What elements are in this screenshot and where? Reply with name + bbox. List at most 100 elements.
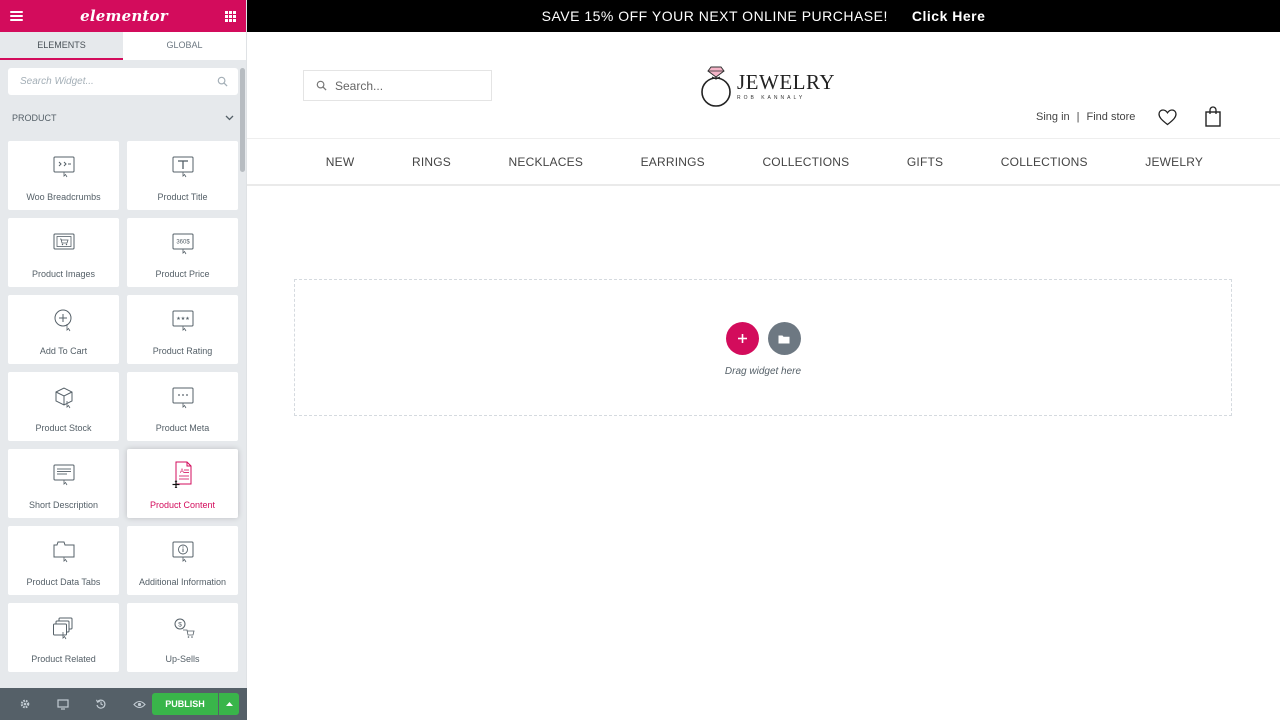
- site-header: JEWELRY ROB KANNALY Sing in | Find store: [247, 32, 1280, 139]
- info-icon: [172, 541, 193, 563]
- drop-zone-text: Drag widget here: [724, 366, 802, 377]
- promo-text: SAVE 15% OFF YOUR NEXT ONLINE PURCHASE!: [541, 8, 888, 24]
- panel-footer: PUBLISH: [0, 688, 247, 720]
- logo-wordmark: JEWELRY: [737, 69, 835, 94]
- history-icon: [95, 699, 106, 709]
- publish-options-button[interactable]: [219, 693, 239, 715]
- widget-label: Short Description: [28, 500, 99, 510]
- ring-icon: [701, 66, 731, 107]
- svg-text:$: $: [178, 622, 182, 629]
- nav-item-collections[interactable]: COLLECTIONS: [762, 155, 849, 169]
- widget-search: [8, 68, 238, 95]
- stock-icon: [55, 387, 72, 409]
- nav-item-jewelry[interactable]: JEWELRY: [1145, 155, 1203, 169]
- upsells-icon: $: [174, 618, 195, 638]
- data-tabs-icon: [53, 541, 74, 563]
- tab-elements[interactable]: ELEMENTS: [0, 32, 123, 60]
- widget-short-description[interactable]: Short Description: [8, 449, 119, 518]
- widget-label: Woo Breadcrumbs: [26, 192, 101, 202]
- folder-icon: [778, 335, 790, 343]
- widget-product-stock[interactable]: Product Stock: [8, 372, 119, 441]
- site-search-input[interactable]: [335, 78, 475, 93]
- title-icon: [172, 156, 193, 178]
- widget-product-price[interactable]: 360$ Product Price: [127, 218, 238, 287]
- nav-item-earrings[interactable]: EARRINGS: [641, 155, 705, 169]
- nav-item-necklaces[interactable]: NECKLACES: [509, 155, 584, 169]
- widget-search-input[interactable]: [20, 76, 217, 87]
- nav-item-rings[interactable]: RINGS: [412, 155, 451, 169]
- chevron-down-icon: [225, 115, 234, 121]
- widget-product-meta[interactable]: Product Meta: [127, 372, 238, 441]
- short-description-icon: [53, 464, 74, 486]
- price-icon-text: 360$: [176, 240, 190, 246]
- search-icon: [217, 76, 228, 87]
- logo-tagline: ROB KANNALY: [737, 94, 806, 101]
- price-icon: 360$: [172, 233, 193, 255]
- widget-label: Product Price: [155, 269, 210, 279]
- nav-item-collections-2[interactable]: COLLECTIONS: [1001, 155, 1088, 169]
- heart-icon[interactable]: [1158, 109, 1177, 126]
- widget-label: Additional Information: [138, 577, 227, 587]
- widget-label: Product Meta: [155, 423, 210, 433]
- widget-label: Product Images: [31, 269, 96, 279]
- widget-grid: Woo Breadcrumbs Product Title Product Im…: [8, 141, 239, 672]
- promo-bar: SAVE 15% OFF YOUR NEXT ONLINE PURCHASE! …: [247, 0, 1280, 32]
- category-header-product[interactable]: PRODUCT: [0, 109, 246, 127]
- search-icon: [316, 80, 327, 91]
- widget-woo-breadcrumbs[interactable]: Woo Breadcrumbs: [8, 141, 119, 210]
- menu-icon[interactable]: [10, 11, 23, 21]
- empty-section-drop-zone[interactable]: Drag widget here: [294, 279, 1232, 416]
- add-section-button[interactable]: [725, 322, 759, 355]
- site-logo[interactable]: JEWELRY ROB KANNALY: [699, 64, 835, 108]
- history-button[interactable]: [82, 688, 120, 720]
- promo-link[interactable]: Click Here: [912, 8, 985, 24]
- nav-item-gifts[interactable]: GIFTS: [907, 155, 943, 169]
- main-nav: NEW RINGS NECKLACES EARRINGS COLLECTIONS…: [247, 139, 1280, 186]
- panel-tabs: ELEMENTS GLOBAL: [0, 32, 246, 60]
- breadcrumbs-icon: [53, 156, 74, 178]
- panel-scrollbar[interactable]: [240, 68, 245, 172]
- preview-canvas: SAVE 15% OFF YOUR NEXT ONLINE PURCHASE! …: [247, 0, 1280, 720]
- widget-product-images[interactable]: Product Images: [8, 218, 119, 287]
- publish-button[interactable]: PUBLISH: [152, 693, 218, 715]
- account-links: Sing in | Find store: [1036, 111, 1135, 123]
- widget-up-sells[interactable]: $ Up-Sells: [127, 603, 238, 672]
- desktop-icon: [57, 698, 69, 710]
- tab-global[interactable]: GLOBAL: [123, 32, 246, 60]
- widgets-grid-icon[interactable]: [225, 10, 236, 22]
- widget-product-data-tabs[interactable]: Product Data Tabs: [8, 526, 119, 595]
- eye-icon: [132, 700, 146, 708]
- rating-icon: ★★★: [172, 310, 193, 332]
- category-title: PRODUCT: [12, 113, 57, 123]
- product-images-icon: [53, 233, 74, 250]
- widget-product-rating[interactable]: ★★★ Product Rating: [127, 295, 238, 364]
- svg-text:A: A: [180, 469, 184, 475]
- add-to-cart-icon: [54, 309, 71, 332]
- settings-button[interactable]: [6, 688, 44, 720]
- widget-label: Product Title: [157, 192, 208, 202]
- caret-up-icon: [225, 702, 233, 706]
- widget-label: Product Stock: [35, 423, 92, 433]
- shopping-bag-icon[interactable]: [1205, 106, 1221, 127]
- add-template-button[interactable]: [767, 322, 801, 355]
- content-icon: A: [172, 461, 191, 488]
- widget-additional-information[interactable]: Additional Information: [127, 526, 238, 595]
- divider: |: [1076, 111, 1080, 123]
- svg-text:★★★: ★★★: [176, 316, 190, 322]
- widget-label: Product Content: [149, 500, 216, 510]
- brand-logo: elementor: [80, 7, 168, 25]
- nav-item-new[interactable]: NEW: [326, 155, 355, 169]
- widget-product-related[interactable]: Product Related: [8, 603, 119, 672]
- widget-label: Product Data Tabs: [26, 577, 101, 587]
- panel-header: elementor: [0, 0, 246, 32]
- widget-label: Add To Cart: [39, 346, 88, 356]
- find-store-link[interactable]: Find store: [1087, 111, 1136, 123]
- widget-product-title[interactable]: Product Title: [127, 141, 238, 210]
- widget-add-to-cart[interactable]: Add To Cart: [8, 295, 119, 364]
- meta-icon: [172, 387, 193, 409]
- widget-product-content[interactable]: A Product Content: [127, 449, 238, 518]
- responsive-mode-button[interactable]: [44, 688, 82, 720]
- editor-panel: elementor ELEMENTS GLOBAL PRODUCT Woo Br…: [0, 0, 247, 720]
- sign-in-link[interactable]: Sing in: [1036, 111, 1070, 123]
- widget-label: Product Rating: [152, 346, 213, 356]
